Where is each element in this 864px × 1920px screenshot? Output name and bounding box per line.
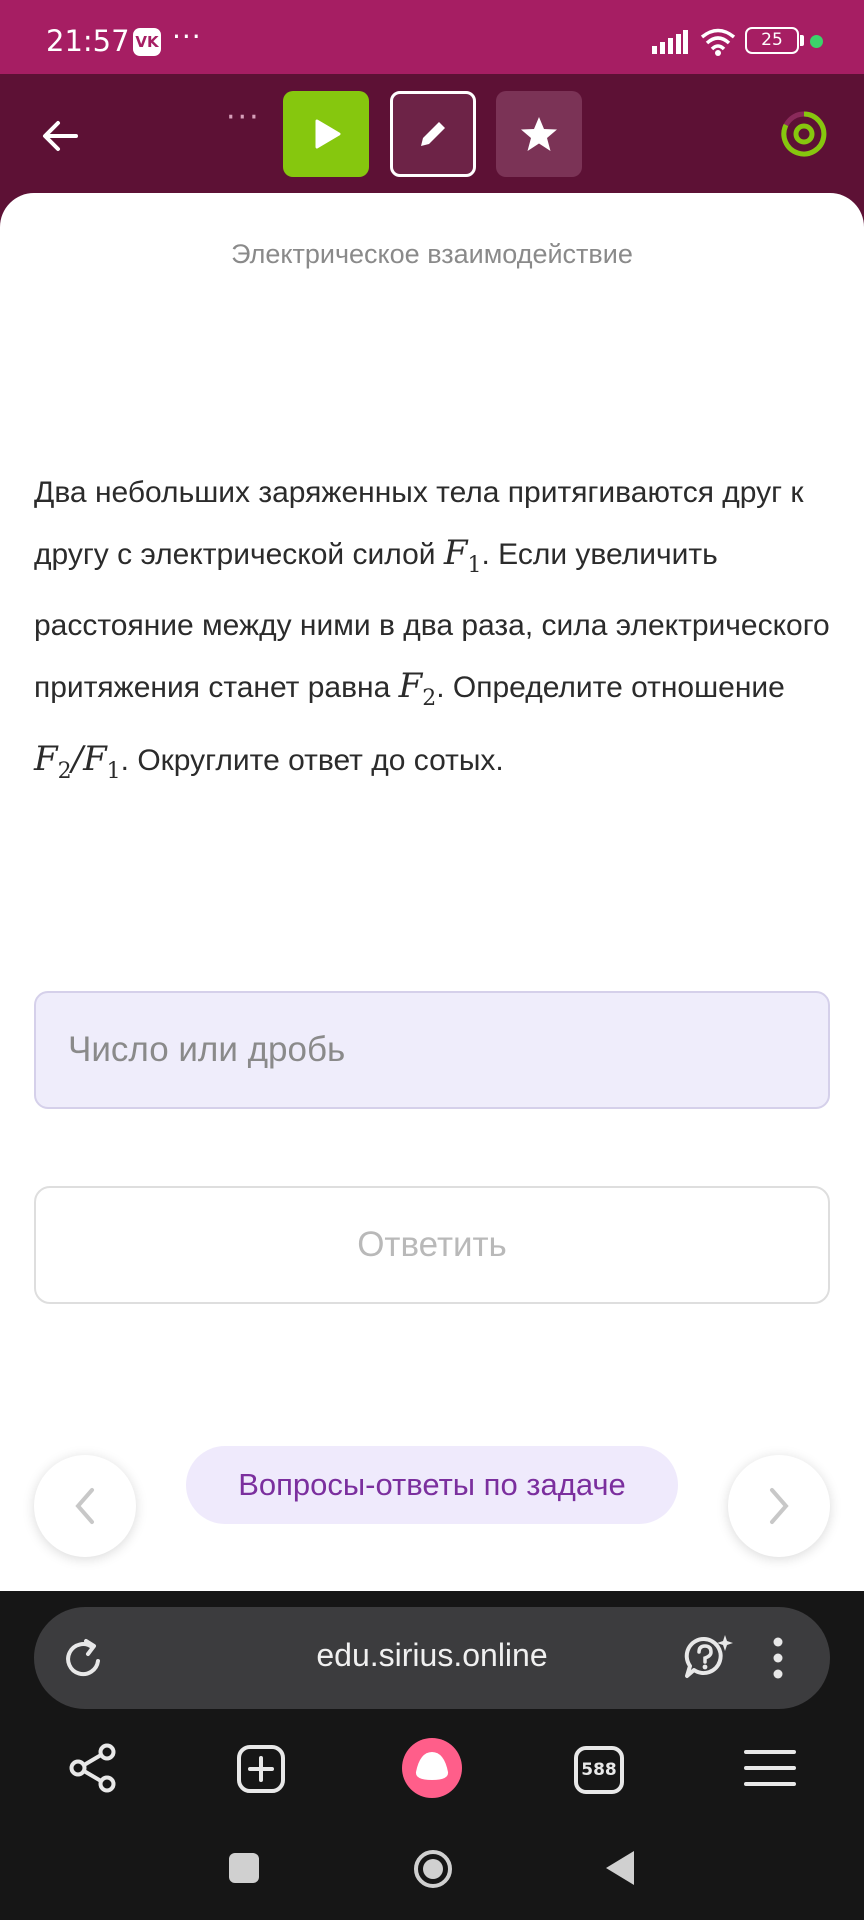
status-bar: 21:57 VK ··· 25 (0, 0, 864, 74)
formula-f2: F2 (398, 665, 437, 711)
more-vertical-icon[interactable] (772, 1635, 784, 1681)
pencil-icon (421, 122, 445, 146)
formula-symbol: F (83, 738, 107, 779)
address-bar[interactable]: edu.sirius.online (34, 1607, 830, 1709)
chevron-left-icon (75, 1488, 94, 1524)
progress-ring-icon[interactable] (780, 110, 828, 158)
wifi-icon (700, 28, 736, 56)
star-icon (521, 117, 557, 151)
clock: 21:57 (46, 24, 130, 58)
problem-text-part: . Округлите ответ до сотых. (120, 743, 504, 777)
ai-assistant-icon[interactable] (682, 1633, 734, 1683)
problem-text-part: . Определите отношение (436, 670, 785, 704)
formula-symbol: F (34, 738, 58, 779)
alice-shape-icon (415, 1752, 449, 1780)
play-button[interactable] (283, 91, 369, 177)
back-arrow-icon[interactable] (36, 112, 84, 160)
favorite-button[interactable] (496, 91, 582, 177)
formula-subscript: 2 (422, 685, 437, 711)
edit-button[interactable] (390, 91, 476, 177)
previous-task-button[interactable] (34, 1455, 136, 1557)
recent-apps-button[interactable] (229, 1853, 259, 1883)
share-icon[interactable] (68, 1742, 118, 1794)
privacy-dot-icon (810, 35, 823, 48)
next-task-button[interactable] (728, 1455, 830, 1557)
task-card: Электрическое взаимодействие Два небольш… (0, 193, 864, 1591)
battery-level: 25 (761, 30, 783, 50)
formula-ratio: F2/F1 (34, 738, 121, 784)
problem-text: Два небольших заряженных тела притягиваю… (34, 463, 834, 801)
new-tab-icon[interactable] (236, 1744, 286, 1794)
hamburger-menu-icon[interactable] (744, 1748, 796, 1788)
answer-input[interactable] (34, 991, 830, 1109)
battery-icon: 25 (745, 27, 799, 54)
notifications-more-icon: ··· (172, 20, 202, 53)
formula-subscript: 1 (106, 758, 121, 784)
tabs-counter[interactable]: 588 (574, 1746, 624, 1794)
chevron-right-icon (770, 1488, 789, 1524)
task-qa-button[interactable]: Вопросы-ответы по задаче (186, 1446, 678, 1524)
formula-subscript: 1 (467, 552, 482, 578)
vk-icon: VK (133, 28, 161, 56)
submit-button[interactable]: Ответить (34, 1186, 830, 1304)
formula-f1: F1 (443, 533, 482, 578)
system-back-icon[interactable] (604, 1849, 636, 1887)
formula-subscript: 2 (57, 758, 72, 784)
signal-icon (652, 30, 688, 54)
formula-slash: / (71, 738, 84, 779)
play-icon (315, 119, 341, 149)
topic-title: Электрическое взаимодействие (231, 239, 633, 269)
formula-symbol: F (398, 665, 423, 706)
home-button-icon[interactable] (412, 1848, 454, 1890)
more-icon[interactable]: ··· (226, 100, 261, 135)
battery-cap (800, 35, 804, 46)
alice-assistant-icon[interactable] (402, 1738, 462, 1798)
formula-symbol: F (443, 533, 468, 573)
